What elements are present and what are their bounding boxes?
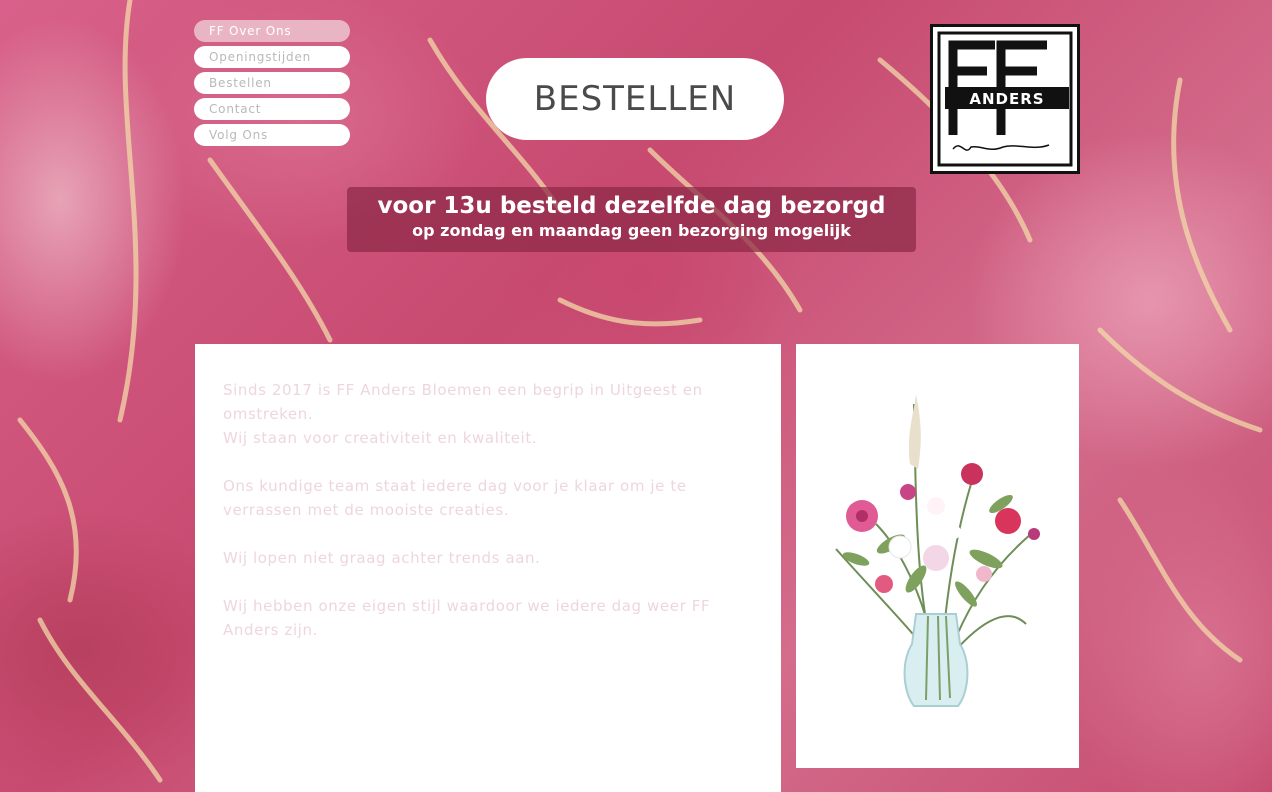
nav-item-openingstijden[interactable]: Openingstijden — [194, 46, 350, 68]
main-navigation: FF Over Ons Openingstijden Bestellen Con… — [194, 20, 350, 150]
about-text-panel: Sinds 2017 is FF Anders Bloemen een begr… — [195, 344, 781, 792]
bestellen-button[interactable]: BESTELLEN — [486, 58, 784, 140]
svg-text:ANDERS: ANDERS — [969, 90, 1044, 108]
bouquet-image — [835, 394, 1040, 707]
logo-graphic: ANDERS — [937, 31, 1073, 167]
about-paragraph: Wij lopen niet graag achter trends aan. — [223, 549, 541, 567]
delivery-banner: voor 13u besteld dezelfde dag bezorgd op… — [347, 187, 916, 252]
about-line-2: Wij staan voor creativiteit en kwaliteit… — [223, 429, 538, 447]
ff-anders-logo[interactable]: ANDERS — [930, 24, 1080, 174]
about-paragraph: Ons kundige team staat iedere dag voor j… — [223, 477, 687, 519]
nav-item-bestellen[interactable]: Bestellen — [194, 72, 350, 94]
about-line-1: Sinds 2017 is FF Anders Bloemen een begr… — [223, 381, 703, 423]
nav-item-contact[interactable]: Contact — [194, 98, 350, 120]
about-paragraph: Wij hebben onze eigen stijl waardoor we … — [223, 597, 711, 639]
nav-item-over-ons[interactable]: FF Over Ons — [194, 20, 350, 42]
banner-line-2: op zondag en maandag geen bezorging moge… — [412, 221, 851, 240]
banner-line-1: voor 13u besteld dezelfde dag bezorgd — [377, 193, 886, 219]
about-paragraph: Sinds 2017 is FF Anders Bloemen een begr… — [223, 378, 753, 450]
bouquet-image-panel — [796, 344, 1079, 768]
nav-item-volg-ons[interactable]: Volg Ons — [194, 124, 350, 146]
